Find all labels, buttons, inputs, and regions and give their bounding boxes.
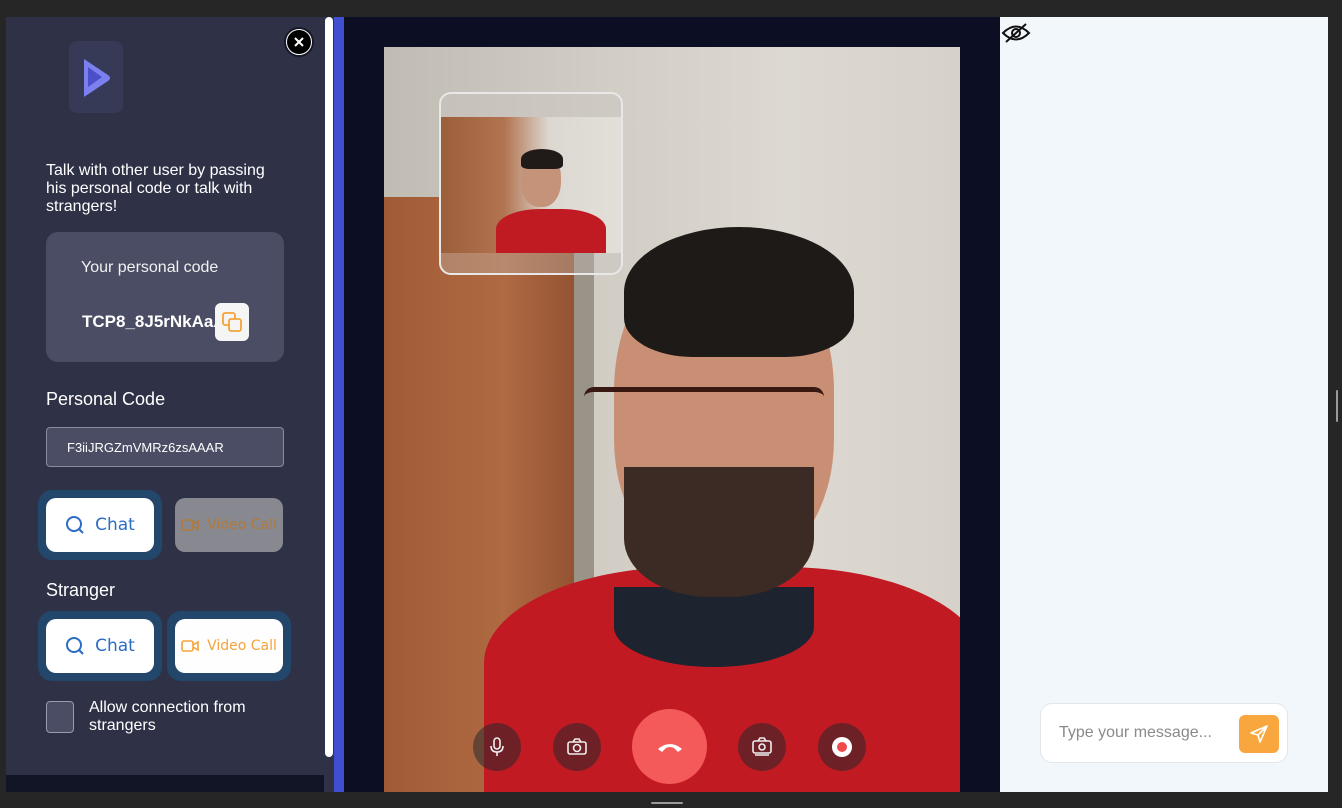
- sidebar: Talk with other user by passing his pers…: [6, 17, 324, 792]
- window-bottom-bar: [0, 792, 1342, 808]
- stranger-chat-button-wrap: Chat: [38, 611, 162, 681]
- local-video: [441, 117, 621, 253]
- hide-chat-button[interactable]: [1000, 19, 1032, 47]
- call-controls: [384, 707, 960, 787]
- allow-strangers-checkbox[interactable]: [46, 701, 74, 733]
- send-icon: [1250, 725, 1268, 743]
- stranger-chat-label: Chat: [95, 636, 135, 656]
- video-camera-icon: [181, 640, 199, 652]
- personal-chat-label: Chat: [95, 515, 135, 535]
- personal-video-call-button[interactable]: Video Call: [175, 498, 283, 552]
- record-button[interactable]: [818, 723, 866, 771]
- stranger-video-button-wrap: Video Call: [167, 611, 291, 681]
- local-video-frame[interactable]: [439, 92, 623, 275]
- message-input[interactable]: [1059, 718, 1229, 748]
- allow-strangers-label: Allow connection from strangers: [89, 699, 246, 734]
- personal-code-label: Your personal code: [81, 259, 219, 276]
- personal-video-button-wrap: Video Call: [167, 490, 291, 560]
- local-video-shirt: [496, 209, 606, 253]
- switch-camera-button[interactable]: [738, 723, 786, 771]
- sidebar-footer: [6, 775, 324, 792]
- app-logo: [69, 41, 123, 113]
- stranger-chat-button[interactable]: Chat: [46, 619, 154, 673]
- copy-icon: [222, 312, 242, 332]
- right-gutter: [1328, 17, 1342, 792]
- camera-button[interactable]: [553, 723, 601, 771]
- local-video-hair: [521, 149, 563, 169]
- stranger-video-call-label: Video Call: [207, 638, 277, 654]
- hang-up-icon: [657, 743, 682, 752]
- personal-chat-button[interactable]: Chat: [46, 498, 154, 552]
- remote-video-beard: [624, 467, 814, 597]
- remote-video: [384, 47, 960, 792]
- personal-code-card: Your personal code TCP8_8J5rNkAaAAAR: [46, 232, 284, 362]
- hang-up-button[interactable]: [632, 709, 707, 784]
- personal-chat-button-wrap: Chat: [38, 490, 162, 560]
- microphone-icon: [490, 737, 504, 756]
- accent-strip: [334, 17, 344, 792]
- copy-code-button[interactable]: [215, 303, 249, 341]
- close-sidebar-button[interactable]: [284, 27, 314, 57]
- message-composer: [1040, 703, 1288, 763]
- window-top-bar: [0, 0, 1342, 17]
- send-button[interactable]: [1239, 715, 1279, 753]
- close-icon: [287, 30, 311, 54]
- eye-off-icon: [1001, 23, 1031, 43]
- sidebar-scrollbar-thumb[interactable]: [325, 17, 333, 757]
- personal-video-call-label: Video Call: [207, 517, 277, 533]
- resize-handle-bottom[interactable]: [651, 802, 683, 804]
- resize-handle-right[interactable]: [1336, 390, 1338, 422]
- remote-video-glasses: [584, 387, 824, 429]
- microphone-button[interactable]: [473, 723, 521, 771]
- switch-camera-icon: [752, 737, 772, 756]
- personal-code-value: TCP8_8J5rNkAaAAAR: [82, 312, 220, 331]
- video-camera-icon: [181, 519, 199, 531]
- record-icon: [832, 737, 852, 757]
- personal-code-input[interactable]: [46, 427, 284, 467]
- chat-panel: [1000, 17, 1328, 792]
- remote-video-collar: [614, 587, 814, 667]
- remote-video-hair: [624, 227, 854, 357]
- intro-text: Talk with other user by passing his pers…: [46, 162, 265, 215]
- stranger-section-title: Stranger: [46, 580, 116, 600]
- chat-icon: [66, 637, 84, 655]
- video-area: [344, 17, 1000, 792]
- personal-code-section-title: Personal Code: [46, 389, 166, 409]
- camera-icon: [567, 738, 587, 755]
- chat-icon: [66, 516, 84, 534]
- stranger-video-call-button[interactable]: Video Call: [175, 619, 283, 673]
